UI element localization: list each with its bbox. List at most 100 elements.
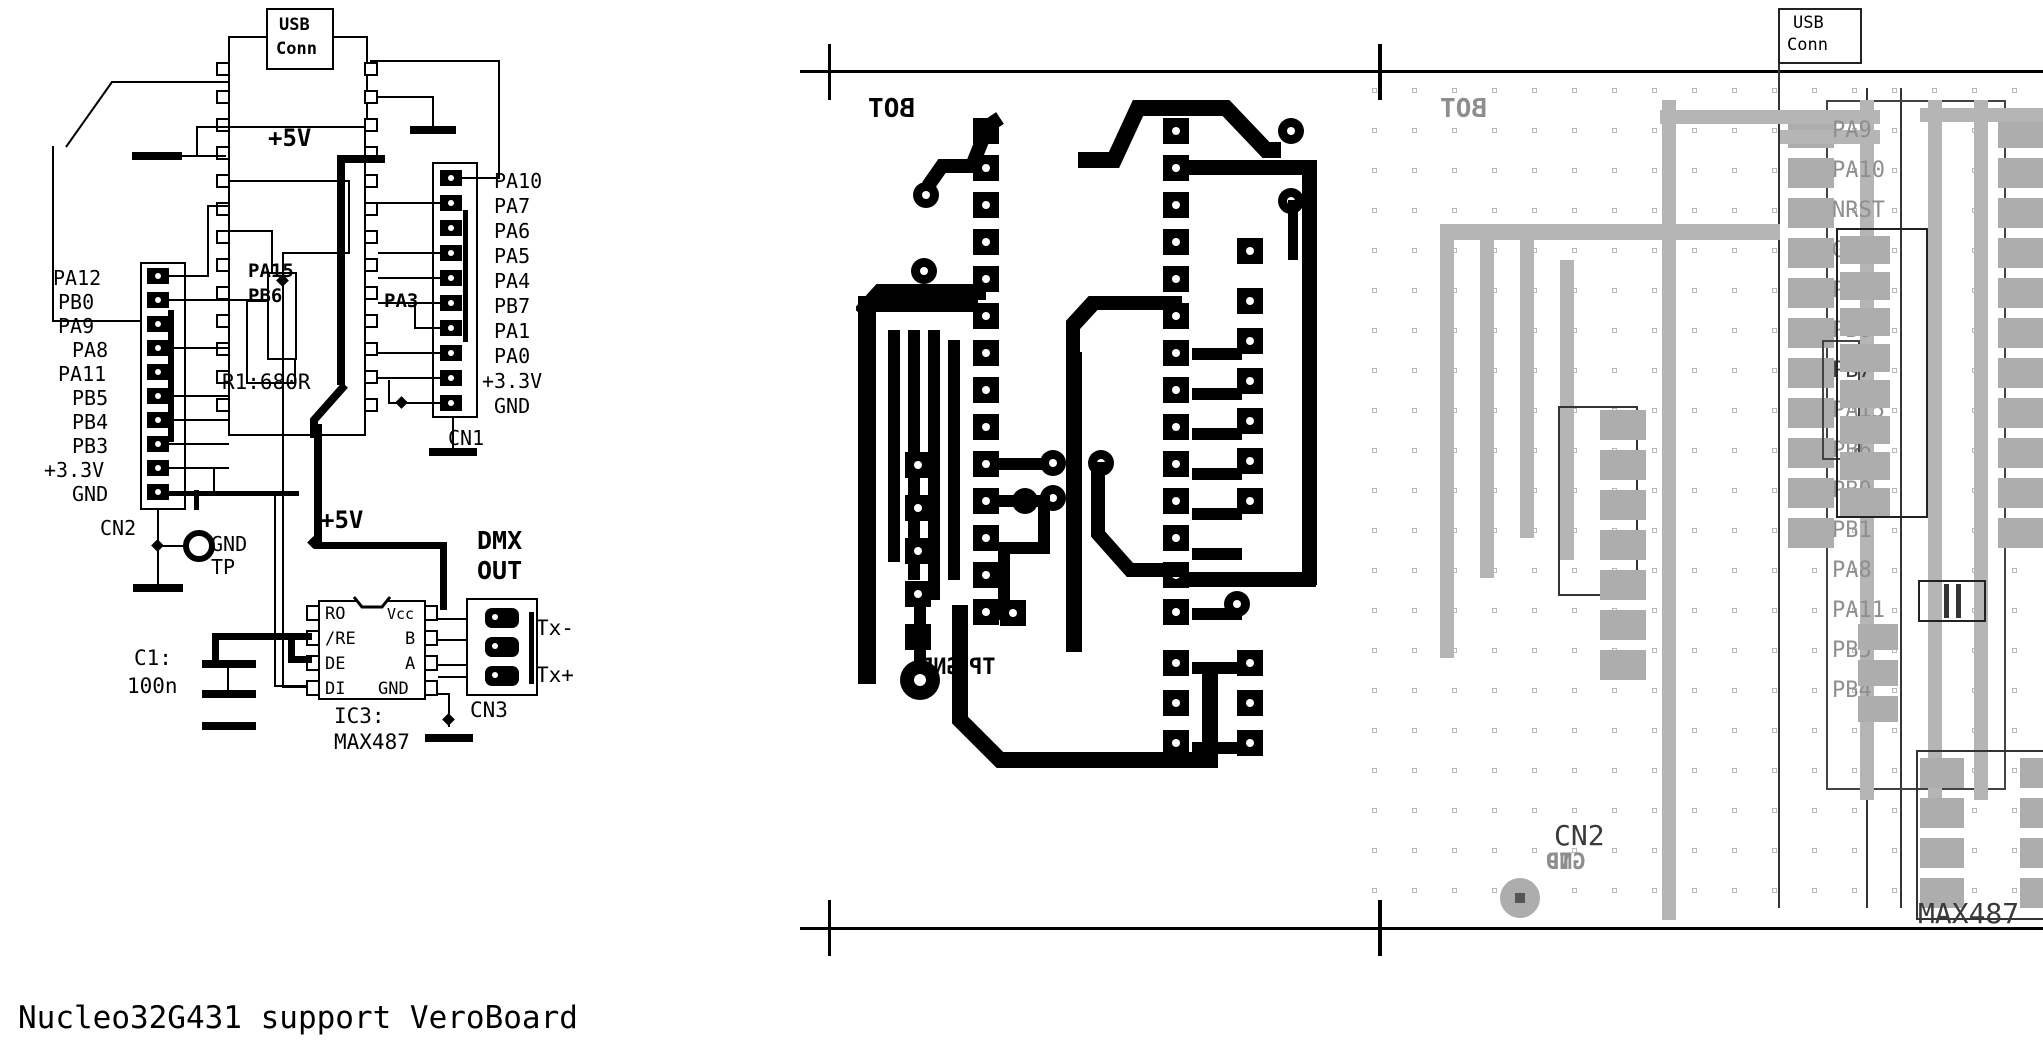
perfboard-hole — [1772, 168, 1777, 173]
cn1-pin-label-1: PA7 — [494, 194, 531, 218]
perfboard-hole — [1652, 528, 1657, 533]
perfboard-hole — [1452, 888, 1457, 893]
cn1-pin-label-2: PA6 — [494, 219, 531, 243]
perfboard-hole — [1412, 448, 1417, 453]
schematic-panel: USB Conn +5V PA12 PB0 PA9 PA8 PA11 PB5 P… — [0, 0, 800, 1060]
perfboard-hole — [1772, 728, 1777, 733]
cn1-pad — [1840, 488, 1890, 516]
perfboard-hole — [1532, 88, 1537, 93]
perfboard-hole — [1412, 608, 1417, 613]
perfboard-hole — [1372, 328, 1377, 333]
perfboard-hole — [1612, 728, 1617, 733]
perfboard-hole — [1412, 408, 1417, 413]
cn1-pin-label-6: PA1 — [494, 319, 531, 343]
cap-c1-label-line2: 100n — [127, 674, 178, 698]
perfboard-hole — [1412, 688, 1417, 693]
assembly-layer-label-text: BOT — [1440, 94, 1487, 124]
perfboard-hole — [1732, 408, 1737, 413]
perfboard-hole — [1532, 648, 1537, 653]
perfboard-hole — [1532, 168, 1537, 173]
perfboard-hole — [1492, 848, 1497, 853]
perfboard-hole — [1652, 328, 1657, 333]
perfboard-hole — [1612, 888, 1617, 893]
copper-pad — [1237, 690, 1263, 716]
cn3-pad — [1858, 660, 1898, 686]
cn2-pad — [147, 388, 169, 404]
copper-testpoint-line1: GND — [920, 655, 960, 680]
perfboard-hole — [1372, 848, 1377, 853]
perfboard-hole — [1652, 248, 1657, 253]
copper-pad — [1163, 266, 1189, 292]
perfboard-hole — [1572, 88, 1577, 93]
perfboard-hole — [1772, 368, 1777, 373]
gnd-symbol — [202, 722, 256, 730]
perfboard-hole — [1692, 448, 1697, 453]
drawing-title: Nucleo32G431 support VeroBoard — [18, 1000, 578, 1036]
copper-pad — [1163, 377, 1189, 403]
perfboard-hole — [1532, 208, 1537, 213]
copper-pad — [1237, 288, 1263, 314]
perfboard-hole — [1452, 688, 1457, 693]
cn1-pin-label-4: PA4 — [494, 269, 531, 293]
perfboard-hole — [1492, 208, 1497, 213]
perfboard-hole — [1692, 368, 1697, 373]
copper-testpoint-line2: TP — [969, 655, 996, 680]
perfboard-hole — [1612, 248, 1617, 253]
cap-plate-top — [202, 660, 256, 668]
ic3-right-pin-label-1: B — [405, 629, 416, 649]
perfboard-hole — [1652, 608, 1657, 613]
perfboard-hole — [1572, 608, 1577, 613]
cn3-pad — [485, 666, 519, 686]
ic3-pin-gnd — [424, 680, 438, 696]
perfboard-hole — [1612, 688, 1617, 693]
perfboard-hole — [1692, 808, 1697, 813]
cap-plate-bottom — [202, 690, 256, 698]
perfboard-hole — [1692, 88, 1697, 93]
copper-pad — [973, 562, 999, 588]
perfboard-hole — [1372, 568, 1377, 573]
perfboard-hole — [1532, 568, 1537, 573]
perfboard-hole — [1372, 768, 1377, 773]
perfboard-hole — [1412, 328, 1417, 333]
perfboard-hole — [1772, 888, 1777, 893]
cn2-pad — [147, 268, 169, 284]
perfboard-hole — [1572, 208, 1577, 213]
perfboard-hole — [1412, 128, 1417, 133]
perfboard-hole — [1732, 488, 1737, 493]
perfboard-hole — [1652, 88, 1657, 93]
perfboard-hole — [1732, 328, 1737, 333]
perfboard-hole — [1652, 768, 1657, 773]
fiducial-crosshair-bottom-h — [800, 927, 1360, 930]
perfboard-hole — [1652, 728, 1657, 733]
cn1-pad — [440, 295, 462, 311]
cn2-assembly-pad — [1600, 570, 1646, 600]
ic3-right-pin-label-2: A — [405, 654, 416, 674]
cn2-pin-label-7: PB3 — [72, 434, 109, 458]
perfboard-hole — [1732, 888, 1737, 893]
gnd-symbol — [429, 448, 477, 456]
gnd-symbol — [133, 584, 183, 592]
cn3-signal-0: Tx- — [536, 616, 574, 640]
dmx-label-line2: OUT — [477, 556, 523, 585]
cn2-pad — [147, 340, 169, 356]
perfboard-hole — [1452, 808, 1457, 813]
cn2-pin-label-9: GND — [72, 482, 109, 506]
perfboard-hole — [1692, 728, 1697, 733]
cn2-pin-label-8: +3.3V — [44, 458, 105, 482]
perfboard-hole — [1692, 888, 1697, 893]
perfboard-hole — [1652, 368, 1657, 373]
mcu-rail-label: +5V — [268, 124, 312, 152]
cn2-pad — [147, 484, 169, 500]
perfboard-hole — [1372, 448, 1377, 453]
junction-dot — [395, 396, 408, 409]
perfboard-hole — [1652, 208, 1657, 213]
perfboard-hole — [1772, 848, 1777, 853]
perfboard-hole — [1732, 728, 1737, 733]
cn1-pad — [440, 370, 462, 386]
perfboard-hole — [1532, 128, 1537, 133]
perfboard-hole — [1732, 528, 1737, 533]
perfboard-hole — [1372, 688, 1377, 693]
perfboard-hole — [1532, 768, 1537, 773]
perfboard-hole — [1612, 808, 1617, 813]
net-label-pa3: PA3 — [384, 290, 419, 312]
